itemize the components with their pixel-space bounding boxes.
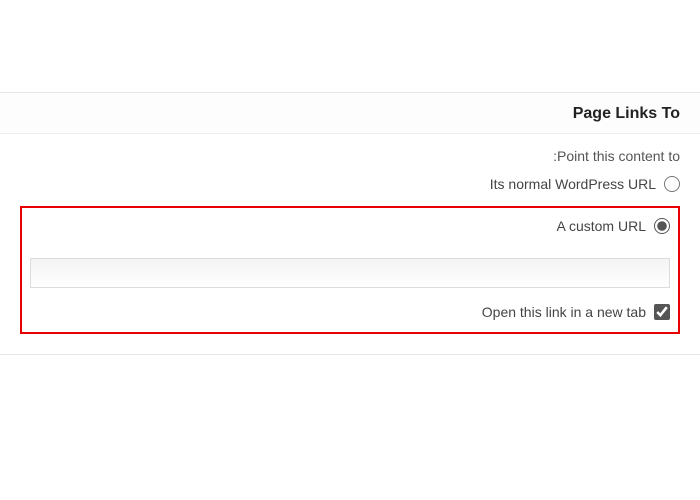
option-custom-url: A custom URL [30, 218, 670, 234]
new-tab-checkbox[interactable] [654, 304, 670, 320]
new-tab-option: Open this link in a new tab [30, 304, 670, 320]
page-links-to-metabox: Page Links To :Point this content to Its… [0, 92, 700, 355]
metabox-title: Page Links To [0, 93, 700, 134]
new-tab-label: Open this link in a new tab [482, 304, 646, 320]
blank-area [0, 0, 700, 92]
option-custom-url-radio[interactable] [654, 218, 670, 234]
custom-url-input[interactable] [30, 258, 670, 288]
custom-url-highlight: A custom URL Open this link in a new tab [20, 206, 680, 334]
point-content-label: :Point this content to [20, 148, 680, 164]
metabox-body: :Point this content to Its normal WordPr… [0, 134, 700, 354]
option-normal-url-label: Its normal WordPress URL [490, 176, 656, 192]
option-normal-url: Its normal WordPress URL [20, 176, 680, 192]
option-normal-url-radio[interactable] [664, 176, 680, 192]
option-custom-url-label: A custom URL [557, 218, 646, 234]
